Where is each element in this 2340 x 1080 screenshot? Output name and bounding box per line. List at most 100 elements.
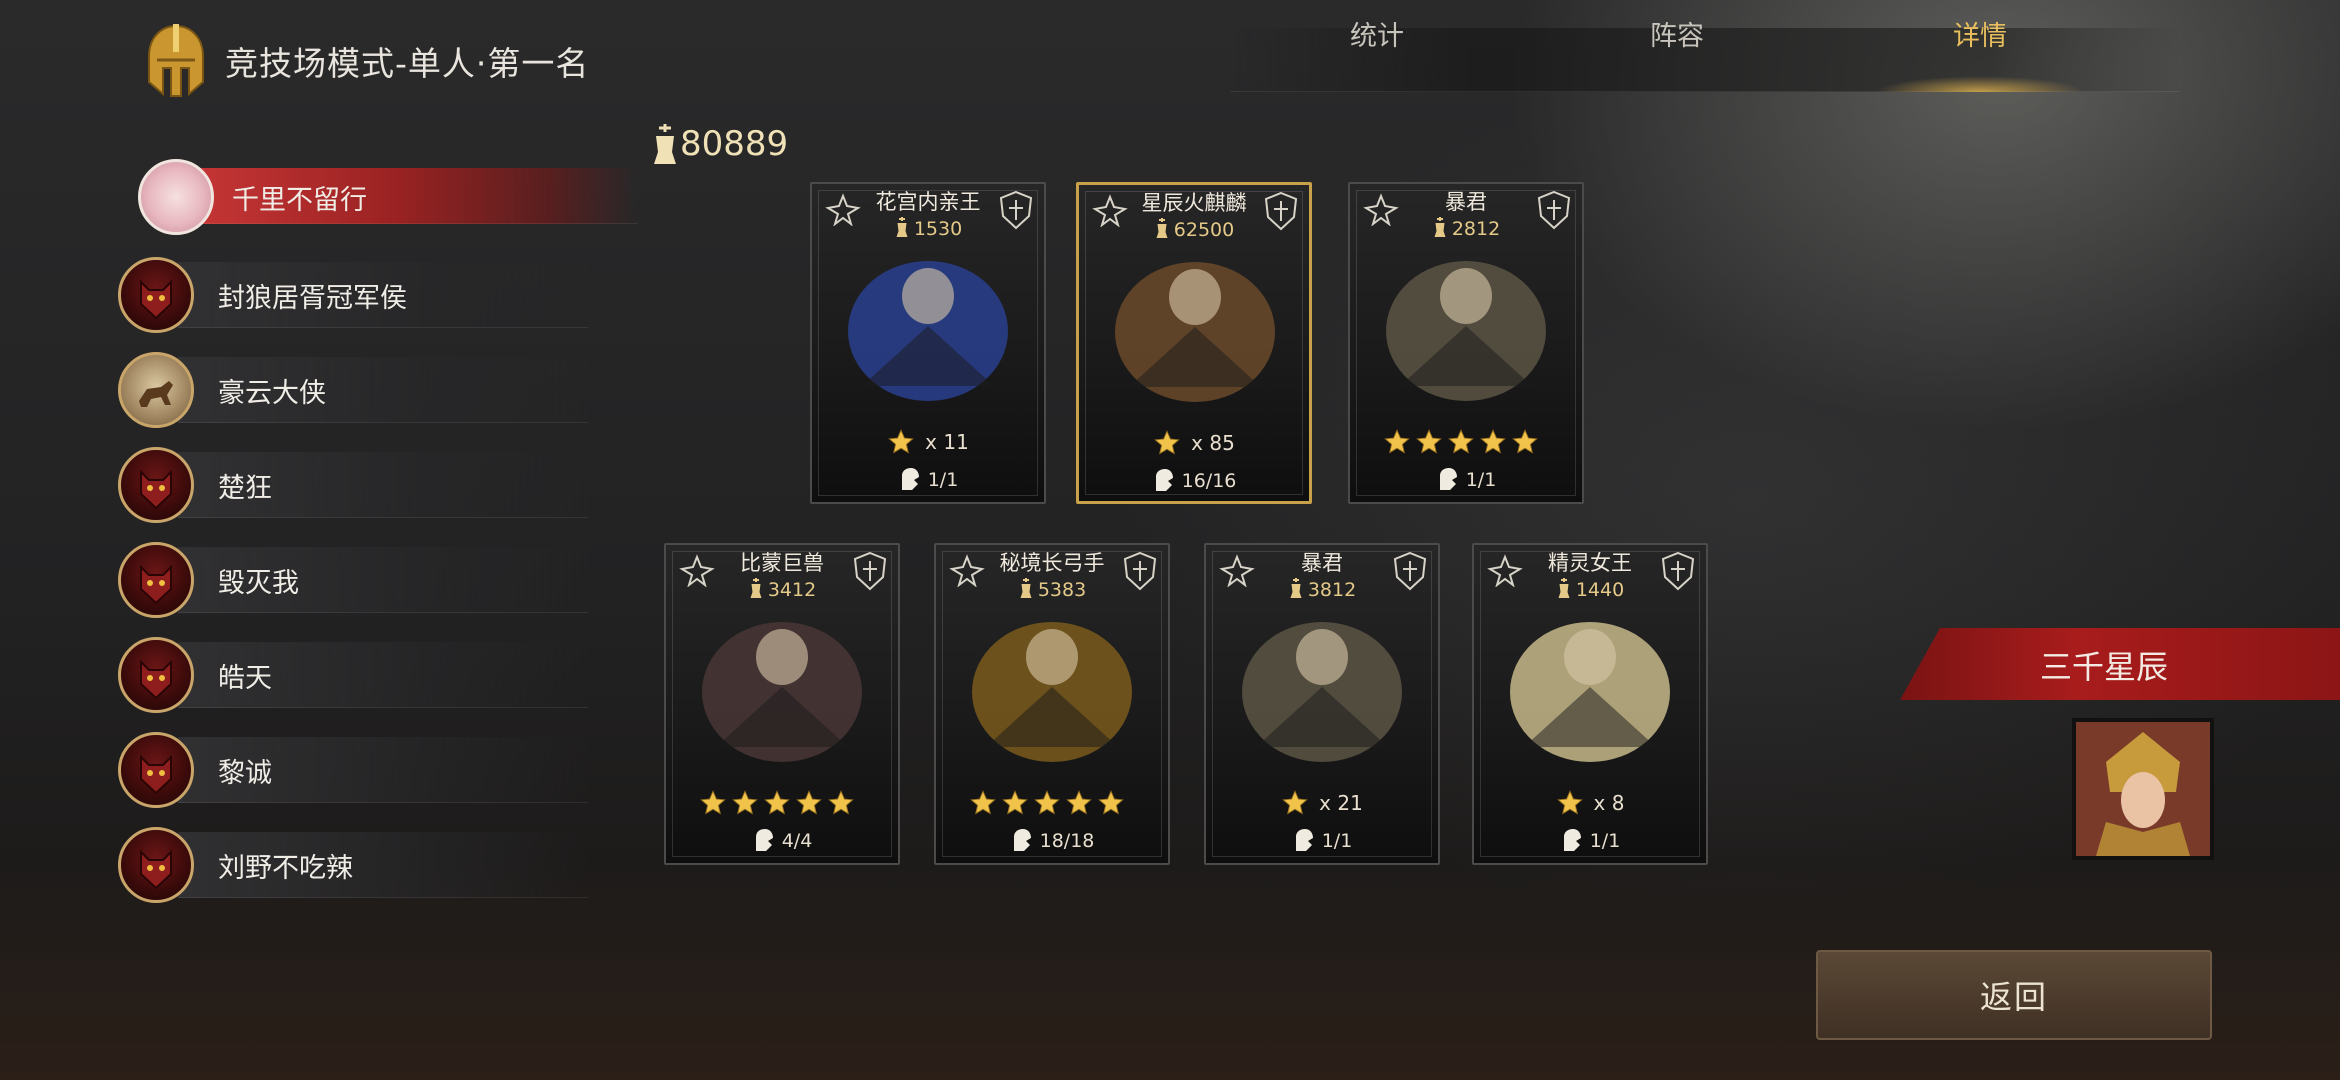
card-unit-name: 花宫内亲王 — [875, 190, 981, 214]
star-icon — [1480, 429, 1506, 454]
power-icon — [750, 578, 762, 598]
star-icon — [1034, 790, 1060, 815]
unit-card[interactable]: 暴君 2812 1/1 — [1348, 182, 1584, 504]
player-avatar — [118, 542, 194, 618]
star-icon — [1384, 429, 1410, 454]
star-icon — [1282, 790, 1308, 815]
card-stars — [1350, 428, 1582, 456]
star-icon — [888, 429, 914, 454]
star-icon — [970, 790, 996, 815]
demon-mask-icon — [140, 564, 172, 605]
star-icon — [1098, 790, 1124, 815]
player-avatar — [118, 257, 194, 333]
unit-card[interactable]: 秘境长弓手 5383 18/18 — [934, 543, 1170, 865]
card-unit-name: 比蒙巨兽 — [740, 551, 824, 575]
helmet-count-icon — [1013, 829, 1031, 851]
star-multiplier: x 11 — [925, 430, 969, 454]
demon-mask-icon — [140, 469, 172, 510]
card-unit-count-value: 1/1 — [1589, 830, 1621, 852]
helmet-count-icon — [755, 829, 773, 851]
star-icon — [1448, 429, 1474, 454]
helmet-count-icon — [1563, 829, 1581, 851]
unit-card[interactable]: 花宫内亲王 1530 x 11 1/1 — [810, 182, 1046, 504]
tab-details[interactable]: 详情 — [1953, 14, 2007, 53]
helmet-count-icon — [1295, 829, 1313, 851]
unit-card[interactable]: 暴君 3812 x 21 1/1 — [1204, 543, 1440, 865]
card-unit-name: 暴君 — [1445, 190, 1487, 214]
horse-rider-icon — [139, 381, 173, 407]
unit-card[interactable]: 星辰火麒麟 62500 x 85 16/16 — [1076, 182, 1312, 504]
player-name: 皓天 — [218, 662, 272, 694]
card-unit-count-value: 1/1 — [927, 469, 959, 491]
star-icon — [732, 790, 758, 815]
card-unit-count: 18/18 — [936, 827, 1168, 853]
card-unit-count-value: 4/4 — [781, 830, 813, 852]
unit-card[interactable]: 比蒙巨兽 3412 4/4 — [664, 543, 900, 865]
card-stars: x 21 — [1206, 789, 1438, 817]
star-multiplier: x 8 — [1593, 791, 1625, 815]
star-icon — [1002, 790, 1028, 815]
player-name: 楚狂 — [218, 472, 272, 504]
tab-stats[interactable]: 统计 — [1350, 14, 1404, 53]
card-unit-count: 1/1 — [812, 466, 1044, 492]
tab-lineup[interactable]: 阵容 — [1650, 14, 1704, 53]
star-icon — [1512, 429, 1538, 454]
player-item[interactable]: 毁灭我 — [118, 541, 588, 619]
demon-mask-icon — [140, 659, 172, 700]
player-avatar — [138, 159, 214, 235]
unit-card[interactable]: 精灵女王 1440 x 8 1/1 — [1472, 543, 1708, 865]
player-name: 黎诚 — [218, 757, 272, 789]
opponent-name: 三千星辰 — [2040, 648, 2169, 686]
card-stars: x 8 — [1474, 789, 1706, 817]
player-item-selected[interactable]: 千里不留行 — [118, 158, 638, 236]
unit-art — [1510, 622, 1670, 762]
player-item[interactable]: 黎诚 — [118, 731, 588, 809]
power-icon — [654, 124, 676, 164]
opponent-portrait[interactable] — [2072, 718, 2214, 860]
power-icon — [1156, 218, 1168, 238]
back-button[interactable]: 返回 — [1816, 950, 2212, 1040]
star-multiplier: x 85 — [1191, 431, 1235, 455]
card-unit-count-value: 1/1 — [1321, 830, 1353, 852]
card-unit-count: 1/1 — [1206, 827, 1438, 853]
helmet-count-icon — [1439, 468, 1457, 490]
card-unit-count: 1/1 — [1474, 827, 1706, 853]
active-tab-indicator — [1875, 76, 2085, 92]
unit-art — [702, 622, 862, 762]
player-item[interactable]: 楚狂 — [118, 446, 588, 524]
player-name: 千里不留行 — [232, 184, 367, 216]
power-icon — [1434, 217, 1446, 237]
card-unit-name: 暴君 — [1301, 551, 1343, 575]
total-power: 80889 — [650, 122, 788, 166]
star-multiplier: x 21 — [1319, 791, 1363, 815]
player-item[interactable]: 豪云大侠 — [118, 351, 588, 429]
power-icon — [1290, 578, 1302, 598]
card-stars — [936, 789, 1168, 817]
card-unit-name: 精灵女王 — [1548, 551, 1632, 575]
unit-art — [848, 261, 1008, 401]
card-unit-name: 秘境长弓手 — [999, 551, 1105, 575]
card-unit-count-value: 18/18 — [1039, 830, 1095, 852]
player-name: 封狼居胥冠军侯 — [218, 282, 407, 314]
demon-mask-icon — [140, 849, 172, 890]
spartan-helmet-icon — [148, 24, 204, 97]
unit-art — [1386, 261, 1546, 401]
card-unit-count-value: 16/16 — [1181, 470, 1237, 492]
power-icon — [1020, 578, 1032, 598]
demon-mask-icon — [140, 754, 172, 795]
star-icon — [828, 790, 854, 815]
demon-mask-icon — [140, 279, 172, 320]
card-stars — [666, 789, 898, 817]
star-icon — [1556, 790, 1583, 815]
helmet-count-icon — [901, 468, 919, 490]
player-item[interactable]: 刘野不吃辣 — [118, 826, 588, 904]
player-item[interactable]: 皓天 — [118, 636, 588, 714]
player-avatar — [118, 637, 194, 713]
mode-header: 竞技场模式-单人·第一名 — [135, 22, 589, 100]
player-avatar — [118, 447, 194, 523]
player-item[interactable]: 封狼居胥冠军侯 — [118, 256, 588, 334]
player-name: 毁灭我 — [218, 567, 299, 599]
unit-art — [1242, 622, 1402, 762]
star-icon — [1066, 790, 1092, 815]
unit-art — [1115, 262, 1275, 402]
